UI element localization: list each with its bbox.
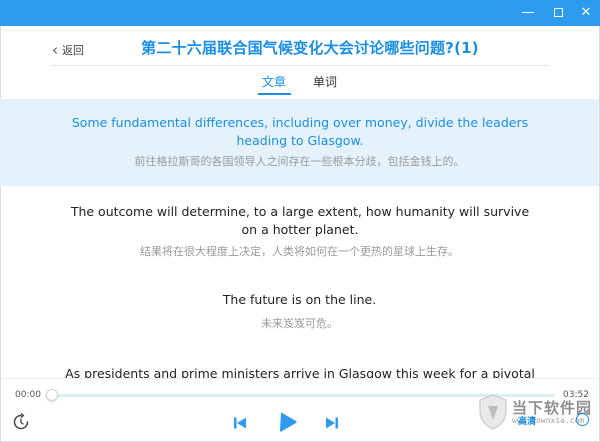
active-tab-indicator [258,93,291,95]
play-icon [280,412,297,432]
window-titlebar: — ✕ [0,0,600,26]
paragraph-english: The outcome will determine, to a large e… [70,204,530,237]
paragraph-english: The future is on the line. [222,292,377,307]
minimize-button[interactable]: — [513,0,543,26]
page-title: 第二十六届联合国气候变化大会讨论哪些问题?(1) [141,39,479,57]
article-content[interactable]: Some fundamental differences, including … [0,99,599,379]
watermark-shield-icon [479,394,507,430]
settings-ring-icon[interactable] [576,413,589,426]
paragraph-english: Some fundamental differences, including … [71,115,529,148]
maximize-icon [553,8,563,17]
paragraph-item[interactable]: Some fundamental differences, including … [0,99,599,186]
loop-icon [13,412,29,430]
paragraph-english: As presidents and prime ministers arrive… [65,366,535,379]
next-icon [326,417,338,429]
tab-article[interactable]: 文章 [262,73,286,90]
minimize-icon: — [521,5,535,20]
previous-icon [234,417,246,429]
paragraph-chinese: 未来岌岌可危。 [261,317,338,330]
tab-words[interactable]: 单词 [313,73,337,90]
paragraph-chinese: 结果将在很大程度上决定，人类将如何在一个更热的星球上生存。 [140,245,459,258]
paragraph-chinese: 前往格拉斯哥的各国领导人之间存在一些根本分歧，包括金钱上的。 [134,155,465,168]
back-button[interactable]: ‹ 返回 [52,41,84,59]
back-label: 返回 [62,44,84,57]
progress-handle[interactable] [46,389,58,401]
play-button[interactable] [278,411,298,433]
current-time: 00:00 [15,390,41,400]
close-icon: ✕ [580,5,592,20]
previous-button[interactable] [233,415,247,429]
next-button[interactable] [325,415,339,429]
back-chevron-icon: ‹ [52,40,58,59]
hd-badge: 高清 [518,417,537,427]
header-divider [50,65,550,66]
loop-button[interactable] [12,412,30,431]
maximize-button[interactable] [543,0,573,26]
close-button[interactable]: ✕ [571,0,600,26]
